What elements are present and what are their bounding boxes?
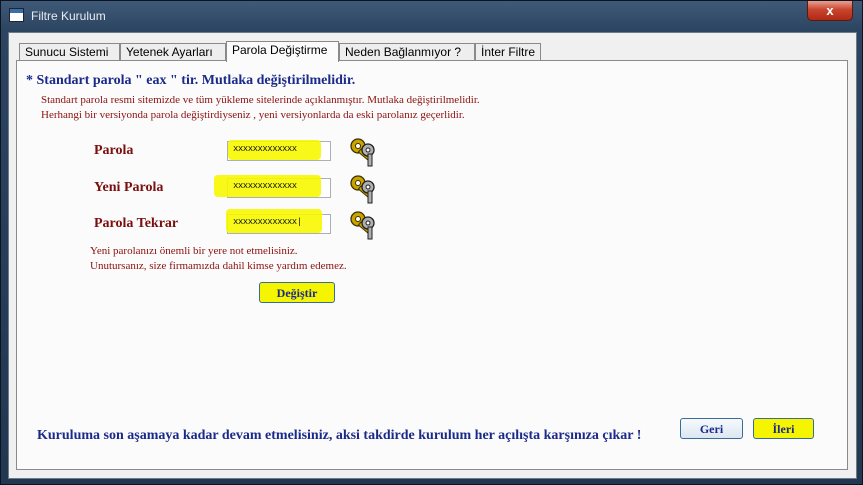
password-panel: * Standart parola " eax " tir. Mutlaka d…	[16, 60, 848, 470]
change-password-button[interactable]: Değiştir	[259, 282, 335, 303]
window-title: Filtre Kurulum	[31, 9, 106, 23]
title-bar[interactable]: Filtre Kurulum x	[1, 1, 862, 31]
dialog-body: Sunucu Sistemi Yetenek Ayarları Parola D…	[8, 32, 857, 479]
info-line-1: Standart parola resmi sitemizde ve tüm y…	[41, 94, 480, 106]
installer-window: Filtre Kurulum x Sunucu Sistemi Yetenek …	[0, 0, 863, 485]
new-password-value: xxxxxxxxxxxxx	[233, 181, 297, 191]
tab-yetenek-ayarlari[interactable]: Yetenek Ayarları	[120, 43, 226, 61]
confirm-password-label: Parola Tekrar	[94, 216, 179, 231]
tab-neden-baglanmiyor[interactable]: Neden Bağlanmıyor ?	[339, 43, 475, 61]
back-button[interactable]: Geri	[680, 418, 743, 439]
tab-inter-filtre[interactable]: İnter Filtre	[475, 43, 541, 61]
next-button[interactable]: İleri	[753, 418, 814, 439]
current-password-input[interactable]: xxxxxxxxxxxxx	[227, 140, 331, 161]
current-password-label: Parola	[94, 143, 134, 158]
warning-heading: * Standart parola " eax " tir. Mutlaka d…	[26, 73, 356, 88]
close-button[interactable]: x	[807, 1, 853, 21]
keys-icon	[350, 175, 375, 204]
keys-icon	[350, 138, 375, 167]
confirm-password-input[interactable]: xxxxxxxxxxxxx|	[226, 209, 331, 234]
new-password-label: Yeni Parola	[94, 180, 164, 195]
info-line-2: Herhangi bir versiyonda parola değiştird…	[41, 109, 465, 121]
confirm-password-value: xxxxxxxxxxxxx|	[233, 217, 302, 227]
app-window-icon	[9, 8, 24, 22]
footer-warning: Kuruluma son aşamaya kadar devam etmelis…	[37, 428, 642, 443]
tab-sunucu-sistemi[interactable]: Sunucu Sistemi	[19, 43, 120, 61]
note-line-2: Unutursanız, size firmamızda dahil kimse…	[90, 260, 347, 272]
current-password-value: xxxxxxxxxxxxx	[233, 144, 297, 154]
keys-icon	[350, 211, 375, 240]
note-line-1: Yeni parolanızı önemli bir yere not etme…	[90, 245, 298, 257]
new-password-input[interactable]: xxxxxxxxxxxxx	[214, 175, 331, 198]
tab-parola-degistirme[interactable]: Parola Değiştirme	[226, 41, 339, 62]
